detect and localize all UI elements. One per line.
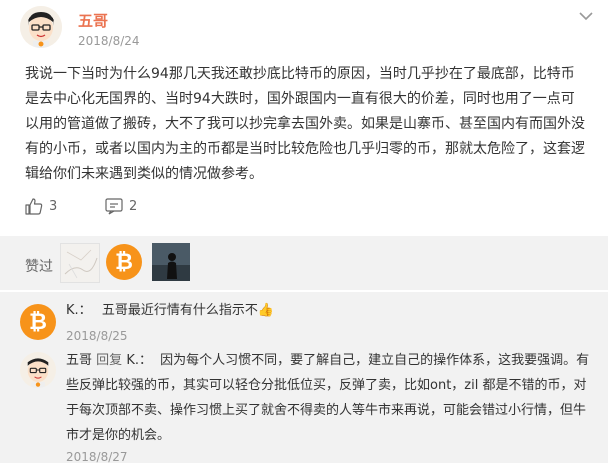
reply-2-separator: ： (138, 353, 152, 368)
thumbs-up-icon (25, 198, 43, 215)
reply-1-text: 五哥最近行情有什么指示不 (101, 303, 258, 318)
post-date[interactable]: 2018/8/24 (78, 34, 140, 48)
reply-1-date[interactable]: 2018/8/25 (66, 329, 128, 343)
likes-label: 赞过 (25, 259, 53, 275)
liker-avatar-2[interactable]: ₿ (106, 244, 142, 280)
reply-2-author[interactable]: 五哥 (66, 353, 92, 368)
reply-1-author[interactable]: K. (66, 303, 79, 318)
liker-avatar-3[interactable] (152, 243, 190, 281)
post-author[interactable]: 五哥 (78, 10, 108, 31)
reply-2-date[interactable]: 2018/8/27 (66, 450, 128, 464)
reply-avatar-wuge[interactable] (20, 352, 56, 388)
silhouette-photo-icon (152, 243, 190, 281)
cartoon-avatar-icon (20, 352, 56, 388)
like-button[interactable]: 3 (25, 198, 57, 215)
post-more-button[interactable] (576, 6, 596, 21)
liker-avatar-1[interactable] (60, 243, 100, 283)
sketch-image-icon (61, 244, 99, 282)
reply-2-reply-word: 回复 (96, 353, 123, 368)
likes-bar: 赞过 ₿ (0, 236, 608, 290)
comment-count: 2 (129, 199, 138, 214)
cartoon-avatar-icon (20, 6, 62, 48)
reply-1-emoji: 👍 (257, 303, 275, 318)
reply-2-body: 五哥 回复 K.： 因为每个人习惯不同，要了解自己，建立自己的操作体系，这我要强… (66, 348, 594, 448)
comment-button[interactable]: 2 (105, 198, 137, 215)
comment-icon (105, 198, 123, 215)
replies-section: ₿ K.： 五哥最近行情有什么指示不👍 2018/8/25 五哥 回复 K.： … (0, 292, 608, 464)
reply-avatar-k[interactable]: ₿ (20, 304, 56, 340)
chevron-down-icon (579, 12, 593, 21)
reply-1-line: K.： 五哥最近行情有什么指示不👍 (66, 298, 274, 323)
post-text: 我说一下当时为什么94那几天我还敢抄底比特币的原因，当时几乎抄在了最底部，比特币… (25, 66, 585, 182)
reply-1-separator: ： (78, 303, 92, 318)
reply-2-target[interactable]: K. (126, 353, 139, 368)
author-avatar[interactable] (20, 6, 62, 48)
like-count: 3 (49, 199, 58, 214)
